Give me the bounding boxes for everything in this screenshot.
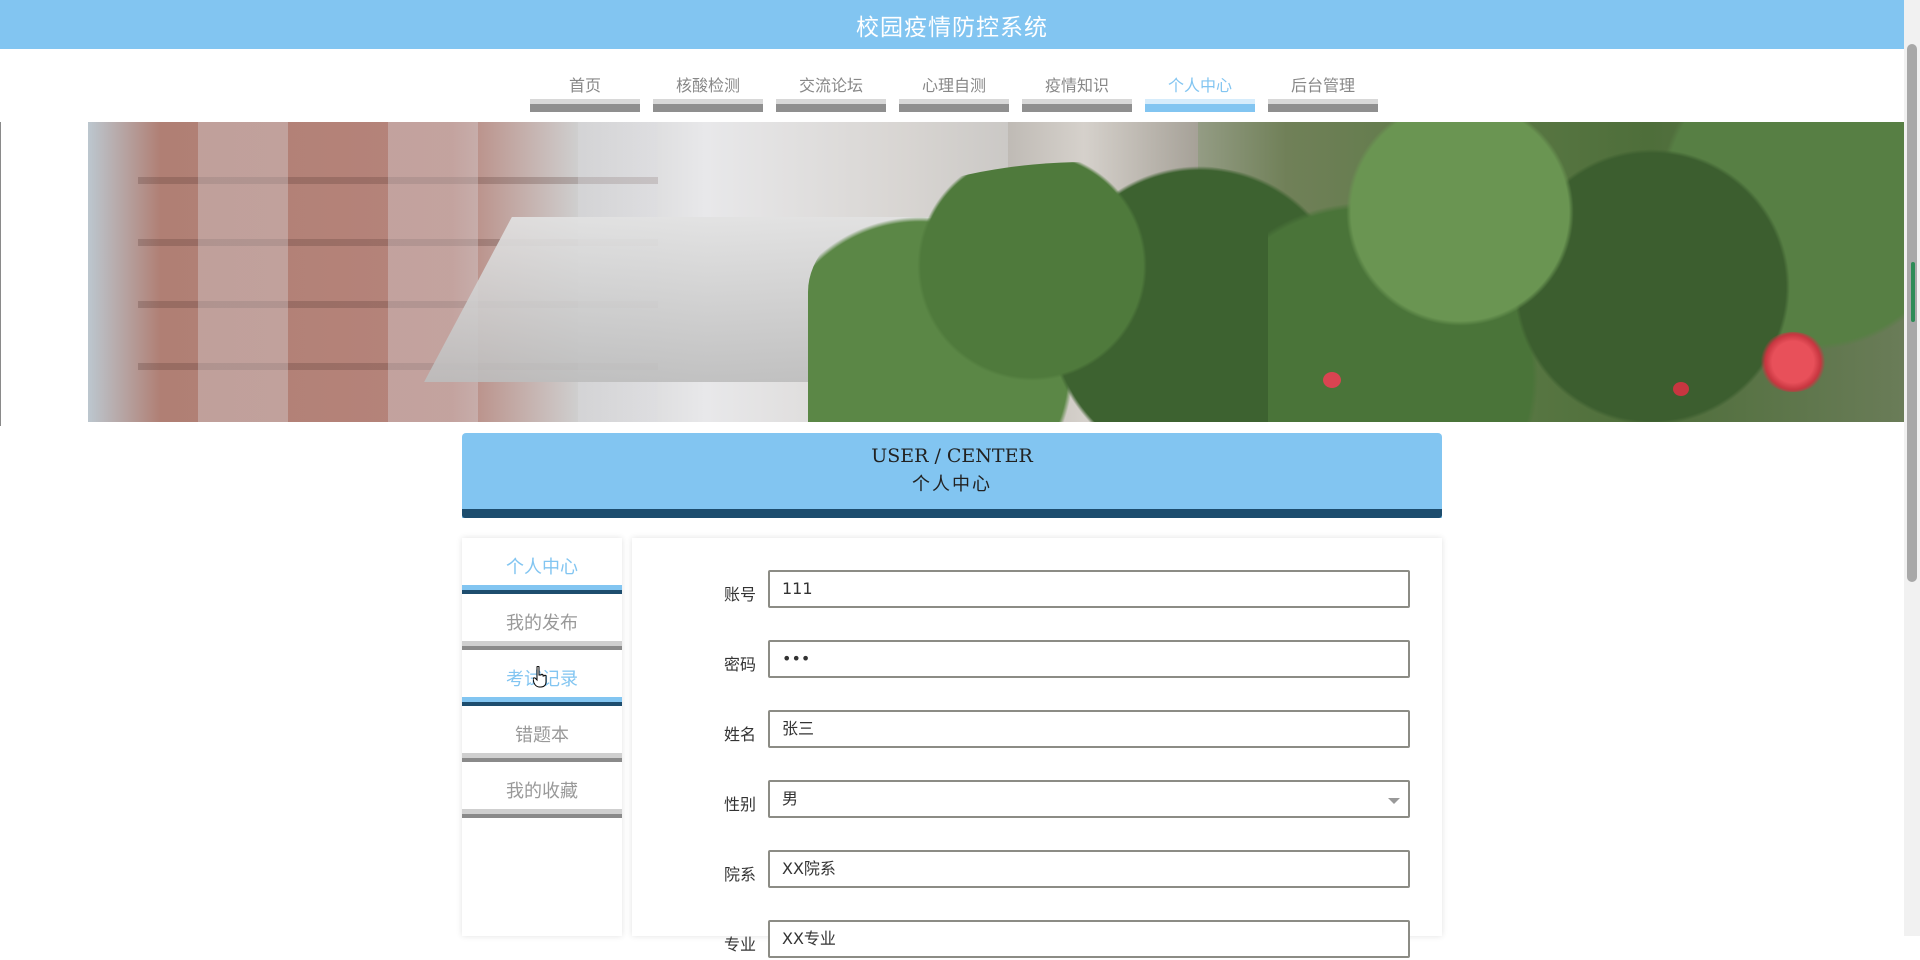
nav-underline-dark [899, 104, 1009, 112]
sidebar-item-label: 个人中心 [506, 557, 578, 578]
nav-item-label: 疫情知识 [1044, 76, 1109, 95]
major-input[interactable]: XX专业 [768, 920, 1410, 958]
banner-flower [1673, 382, 1689, 396]
sidebar-item-wrong-answers[interactable]: 错题本 [462, 706, 622, 762]
sidebar-item-my-posts[interactable]: 我的发布 [462, 594, 622, 650]
nav-item-label: 核酸检测 [675, 76, 740, 95]
sidebar-menu: 个人中心 我的发布 考试记录 错题本 我的收藏 [462, 538, 622, 936]
field-label: 账号 [724, 585, 757, 604]
main-nav: 首页 核酸检测 交流论坛 心理自测 疫情知识 个人中心 后台管理 [530, 70, 1378, 112]
sidebar-item-user-center[interactable]: 个人中心 [462, 538, 622, 594]
nav-item-label: 心理自测 [921, 76, 986, 95]
nav-item-nucleic-test[interactable]: 核酸检测 [653, 70, 763, 112]
banner-flower [1323, 372, 1341, 388]
field-label: 院系 [724, 865, 757, 884]
nav-item-forum[interactable]: 交流论坛 [776, 70, 886, 112]
chevron-down-icon [1388, 798, 1400, 804]
page-title-underline [462, 509, 1442, 518]
nav-item-home[interactable]: 首页 [530, 70, 640, 112]
nav-underline-dark [1268, 104, 1378, 112]
page-title-block: USER / CENTER 个人中心 [462, 433, 1442, 518]
nav-item-psych-test[interactable]: 心理自测 [899, 70, 1009, 112]
sidebar-underline-dark [462, 814, 622, 818]
form-row-department: 院系 XX院系 [632, 850, 1442, 890]
nav-item-label: 交流论坛 [798, 76, 863, 95]
nav-underline-dark [776, 104, 886, 112]
nav-item-label: 个人中心 [1167, 76, 1232, 95]
form-row-password: 密码 ••• [632, 640, 1442, 680]
nav-item-epidemic-knowledge[interactable]: 疫情知识 [1022, 70, 1132, 112]
field-label: 姓名 [724, 725, 757, 744]
nav-item-label: 首页 [568, 76, 601, 95]
banner-image [88, 122, 1904, 422]
form-row-name: 姓名 张三 [632, 710, 1442, 750]
nav-item-user-center[interactable]: 个人中心 [1145, 70, 1255, 112]
sidebar-item-label: 错题本 [515, 725, 569, 746]
site-title: 校园疫情防控系统 [856, 14, 1048, 41]
department-input[interactable]: XX院系 [768, 850, 1410, 888]
page-title-en: USER / CENTER [871, 445, 1033, 467]
nav-underline-dark [1145, 104, 1255, 112]
sidebar-item-favorites[interactable]: 我的收藏 [462, 762, 622, 818]
nav-underline-dark [530, 104, 640, 112]
page-scrollbar[interactable] [1904, 0, 1920, 936]
nav-item-label: 后台管理 [1290, 76, 1355, 95]
page-title-cn: 个人中心 [912, 474, 992, 495]
field-label: 性别 [724, 795, 757, 814]
field-label: 专业 [724, 935, 757, 954]
field-label: 密码 [724, 655, 757, 674]
hand-pointer-icon [533, 666, 547, 688]
nav-item-admin[interactable]: 后台管理 [1268, 70, 1378, 112]
password-input[interactable]: ••• [768, 640, 1410, 678]
form-row-major: 专业 XX专业 [632, 920, 1442, 960]
name-input[interactable]: 张三 [768, 710, 1410, 748]
nav-underline-dark [653, 104, 763, 112]
sidebar-item-label: 我的发布 [506, 613, 578, 634]
banner-left-rule [0, 122, 1, 426]
gender-select[interactable]: 男 [768, 780, 1410, 818]
sidebar-item-label: 我的收藏 [506, 781, 578, 802]
profile-form: 账号 111 密码 ••• 姓名 张三 性别 男 院系 XX院系 专业 XX专业 [632, 538, 1442, 958]
form-row-account: 账号 111 [632, 570, 1442, 610]
form-row-gender: 性别 男 [632, 780, 1442, 820]
account-input[interactable]: 111 [768, 570, 1410, 608]
top-header-bar: 校园疫情防控系统 [0, 0, 1904, 49]
gender-select-value: 男 [782, 789, 799, 808]
scrollbar-marker [1911, 262, 1915, 322]
banner-flower [1758, 332, 1828, 392]
nav-underline-dark [1022, 104, 1132, 112]
